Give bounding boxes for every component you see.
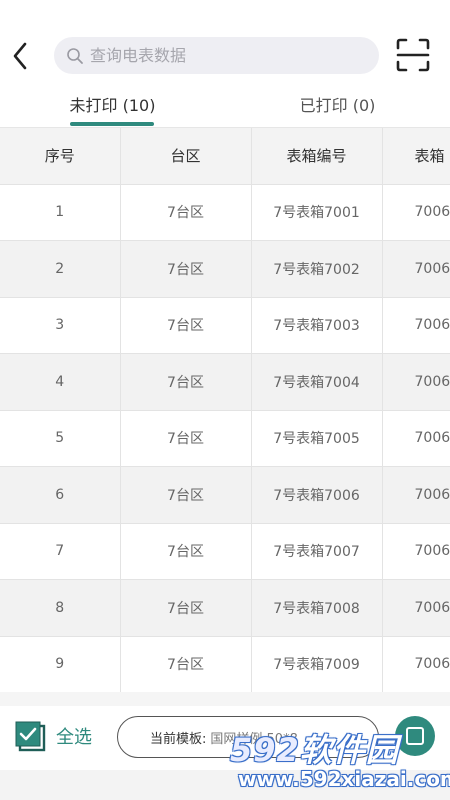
meter-table-scroll[interactable]: 序号 台区 表箱编号 表箱 1 7台区 7号表箱7001 7006 2 7台区 …	[0, 128, 450, 692]
scan-icon	[396, 38, 430, 72]
footer-divider	[0, 692, 450, 706]
back-button[interactable]	[6, 36, 34, 76]
table-row[interactable]: 2 7台区 7号表箱7002 7006	[0, 240, 450, 298]
tab-unprinted[interactable]: 未打印 (10)	[0, 80, 225, 128]
checkbox-checked-icon	[15, 721, 46, 752]
watermark-url: www.592xiazai.com	[238, 767, 450, 791]
cell-box-number: 7号表箱7002	[251, 240, 383, 298]
cell-index: 4	[0, 353, 121, 411]
cell-index: 9	[0, 636, 121, 692]
select-all-checkbox[interactable]: 全选	[14, 720, 92, 752]
table-row[interactable]: 4 7台区 7号表箱7004 7006	[0, 353, 450, 411]
search-input[interactable]	[90, 46, 360, 65]
cell-area: 7台区	[120, 410, 252, 467]
cell-box-number: 7号表箱7007	[251, 523, 383, 580]
cell-box-number: 7号表箱7001	[251, 184, 383, 241]
cell-index: 3	[0, 297, 121, 354]
cell-area: 7台区	[120, 353, 252, 411]
cell-box-number: 7号表箱7008	[251, 579, 383, 637]
cell-index: 8	[0, 579, 121, 637]
print-status-tabs: 未打印 (10) 已打印 (0)	[0, 80, 450, 128]
cell-box: 7006	[382, 410, 450, 467]
cell-box: 7006	[382, 184, 450, 241]
cell-box-number: 7号表箱7003	[251, 297, 383, 354]
cell-area: 7台区	[120, 466, 252, 524]
cell-box: 7006	[382, 523, 450, 580]
table-row[interactable]: 3 7台区 7号表箱7003 7006	[0, 297, 450, 354]
table-row[interactable]: 9 7台区 7号表箱7009 7006	[0, 636, 450, 692]
table-row[interactable]: 1 7台区 7号表箱7001 7006	[0, 184, 450, 241]
watermark-brand: 592软件园	[230, 731, 399, 769]
cell-box: 7006	[382, 240, 450, 298]
column-header-index: 序号	[0, 128, 121, 185]
cell-area: 7台区	[120, 184, 252, 241]
cell-index: 2	[0, 240, 121, 298]
column-header-box: 表箱	[382, 128, 450, 185]
cell-area: 7台区	[120, 579, 252, 637]
cell-box: 7006	[382, 579, 450, 637]
top-bar	[0, 0, 450, 80]
cell-area: 7台区	[120, 297, 252, 354]
cell-area: 7台区	[120, 636, 252, 692]
cell-index: 1	[0, 184, 121, 241]
table-header-row: 序号 台区 表箱编号 表箱	[0, 128, 450, 185]
cell-box-number: 7号表箱7004	[251, 353, 383, 411]
search-field[interactable]	[54, 37, 379, 74]
cell-index: 7	[0, 523, 121, 580]
cell-box: 7006	[382, 466, 450, 524]
cell-box-number: 7号表箱7009	[251, 636, 383, 692]
meter-table: 序号 台区 表箱编号 表箱 1 7台区 7号表箱7001 7006 2 7台区 …	[0, 128, 450, 692]
cell-box: 7006	[382, 636, 450, 692]
cell-area: 7台区	[120, 240, 252, 298]
cell-index: 5	[0, 410, 121, 467]
select-all-label: 全选	[56, 727, 92, 748]
scan-button[interactable]	[395, 37, 431, 73]
search-icon	[67, 47, 83, 64]
column-header-area: 台区	[120, 128, 252, 185]
cell-box: 7006	[382, 353, 450, 411]
tab-printed[interactable]: 已打印 (0)	[225, 80, 450, 128]
cell-area: 7台区	[120, 523, 252, 580]
table-row[interactable]: 6 7台区 7号表箱7006 7006	[0, 466, 450, 524]
cell-box-number: 7号表箱7005	[251, 410, 383, 467]
table-row[interactable]: 7 7台区 7号表箱7007 7006	[0, 523, 450, 580]
watermark-logo: 592软件园 www.592xiazai.com	[230, 725, 450, 795]
chevron-left-icon	[13, 42, 27, 70]
table-row[interactable]: 8 7台区 7号表箱7008 7006	[0, 579, 450, 637]
template-label: 当前模板:	[150, 731, 207, 747]
table-row[interactable]: 5 7台区 7号表箱7005 7006	[0, 410, 450, 467]
cell-box: 7006	[382, 297, 450, 354]
column-header-box-number: 表箱编号	[251, 128, 383, 185]
cell-box-number: 7号表箱7006	[251, 466, 383, 524]
cell-index: 6	[0, 466, 121, 524]
